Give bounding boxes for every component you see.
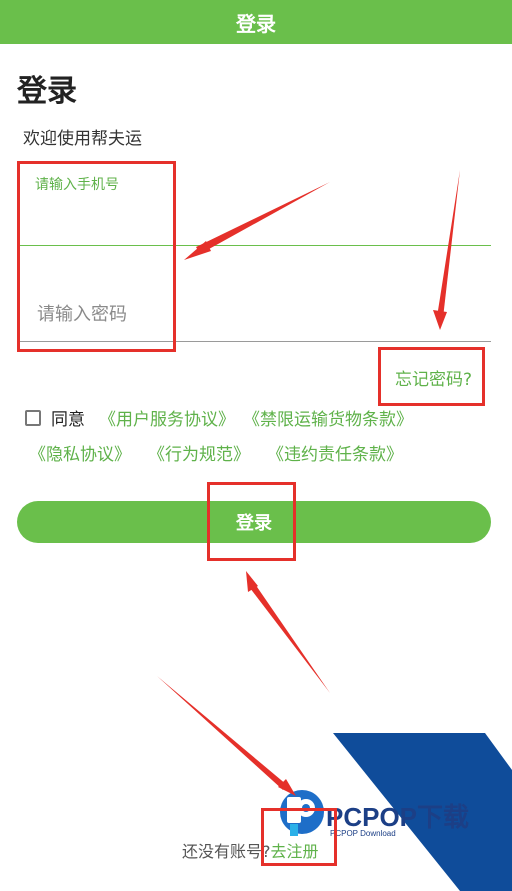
register-prompt: 还没有账号? — [182, 842, 271, 861]
welcome-text: 欢迎使用帮夫运 — [23, 129, 142, 149]
agree-checkbox[interactable] — [25, 409, 41, 426]
phone-input[interactable] — [35, 196, 479, 234]
watermark-blue-shape — [333, 733, 512, 891]
code-of-conduct-link[interactable]: 《行为规范》 — [148, 440, 250, 465]
password-underline — [17, 341, 491, 342]
prohibited-goods-terms-link[interactable]: 《禁限运输货物条款》 — [243, 405, 413, 430]
top-bar: 登录 — [0, 0, 512, 44]
watermark-sub: PCPOP Download — [330, 829, 396, 838]
register-row: 还没有账号?去注册 — [182, 838, 319, 862]
page-title: 登录 — [17, 74, 77, 109]
agree-label: 同意 — [51, 410, 85, 430]
pcpop-logo-icon — [280, 790, 324, 836]
arrow-head-icon — [246, 571, 258, 592]
privacy-agreement-link[interactable]: 《隐私协议》 — [29, 440, 131, 465]
user-service-agreement-link[interactable]: 《用户服务协议》 — [99, 405, 235, 430]
forgot-password-link[interactable]: 忘记密码? — [395, 365, 472, 390]
password-input[interactable] — [35, 296, 479, 332]
arrow-head-icon — [184, 241, 211, 260]
login-button-label: 登录 — [236, 513, 272, 534]
agreement-row: 同意 《用户服务协议》 《禁限运输货物条款》 — [25, 405, 413, 430]
header-title: 登录 — [236, 11, 276, 36]
arrow-icon — [250, 584, 330, 693]
agreement-links-row: 《隐私协议》 《行为规范》 《违约责任条款》 — [29, 440, 403, 465]
phone-field-label: 请输入手机号 — [35, 177, 119, 193]
login-button[interactable]: 登录 — [17, 501, 491, 543]
watermark-brand: PCPOP下载 — [326, 802, 469, 832]
arrow-head-icon — [278, 779, 296, 796]
arrow-icon — [157, 676, 287, 790]
register-link[interactable]: 去注册 — [271, 842, 319, 861]
phone-underline — [17, 245, 491, 246]
breach-liability-terms-link[interactable]: 《违约责任条款》 — [267, 440, 403, 465]
